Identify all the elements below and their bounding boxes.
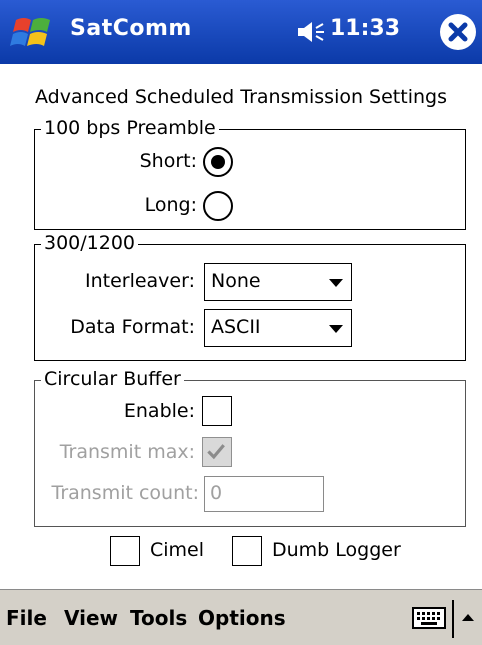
long-radio[interactable] (203, 191, 233, 221)
transmit-max-label: Transmit max: (59, 441, 195, 463)
enable-label: Enable: (123, 400, 195, 422)
interleaver-label: Interleaver: (84, 270, 195, 292)
close-icon (448, 22, 468, 42)
data-format-dropdown[interactable]: ASCII (204, 309, 352, 347)
preamble-group: 100 bps Preamble Short: Long: (34, 117, 466, 230)
transmit-max-checkbox[interactable] (202, 437, 232, 467)
data-format-value: ASCII (211, 316, 261, 338)
menu-tools[interactable]: Tools (130, 606, 187, 630)
sip-divider (452, 600, 454, 638)
cimel-checkbox[interactable] (110, 536, 140, 566)
app-title: SatComm (70, 16, 192, 41)
keyboard-icon[interactable] (412, 607, 446, 629)
short-radio-dot (211, 155, 225, 169)
title-bar: SatComm 11:33 (0, 0, 482, 64)
circular-buffer-group-title: Circular Buffer (41, 368, 184, 390)
rate-group: 300/1200 Interleaver: None Data Format: … (34, 232, 466, 361)
short-label: Short: (139, 150, 197, 172)
menu-file[interactable]: File (6, 606, 47, 630)
circular-buffer-group: Circular Buffer Enable: Transmit max: Tr… (34, 368, 466, 527)
transmit-count-field[interactable]: 0 (204, 476, 324, 512)
dumb-logger-checkbox[interactable] (232, 536, 262, 566)
short-radio[interactable] (203, 147, 233, 177)
menu-options[interactable]: Options (198, 606, 286, 630)
chevron-down-icon (329, 279, 343, 287)
transmit-count-label: Transmit count: (51, 482, 200, 504)
enable-checkbox[interactable] (202, 396, 232, 426)
speaker-icon[interactable] (296, 20, 326, 44)
chevron-down-icon (329, 325, 343, 333)
dumb-logger-label: Dumb Logger (272, 539, 401, 561)
rate-group-title: 300/1200 (41, 232, 139, 254)
transmit-count-value: 0 (210, 482, 223, 504)
preamble-group-title: 100 bps Preamble (41, 117, 219, 139)
interleaver-value: None (211, 270, 261, 292)
menu-bar: File View Tools Options (0, 589, 482, 645)
menu-view[interactable]: View (64, 606, 118, 630)
chevron-up-icon[interactable] (462, 614, 474, 621)
data-format-label: Data Format: (70, 316, 195, 338)
checkmark-icon (207, 444, 225, 460)
long-label: Long: (144, 194, 197, 216)
page-heading: Advanced Scheduled Transmission Settings (34, 86, 447, 108)
clock[interactable]: 11:33 (330, 16, 400, 41)
windows-start-icon[interactable] (10, 12, 56, 52)
interleaver-dropdown[interactable]: None (204, 263, 352, 301)
close-button[interactable] (440, 14, 476, 50)
cimel-label: Cimel (150, 539, 205, 561)
